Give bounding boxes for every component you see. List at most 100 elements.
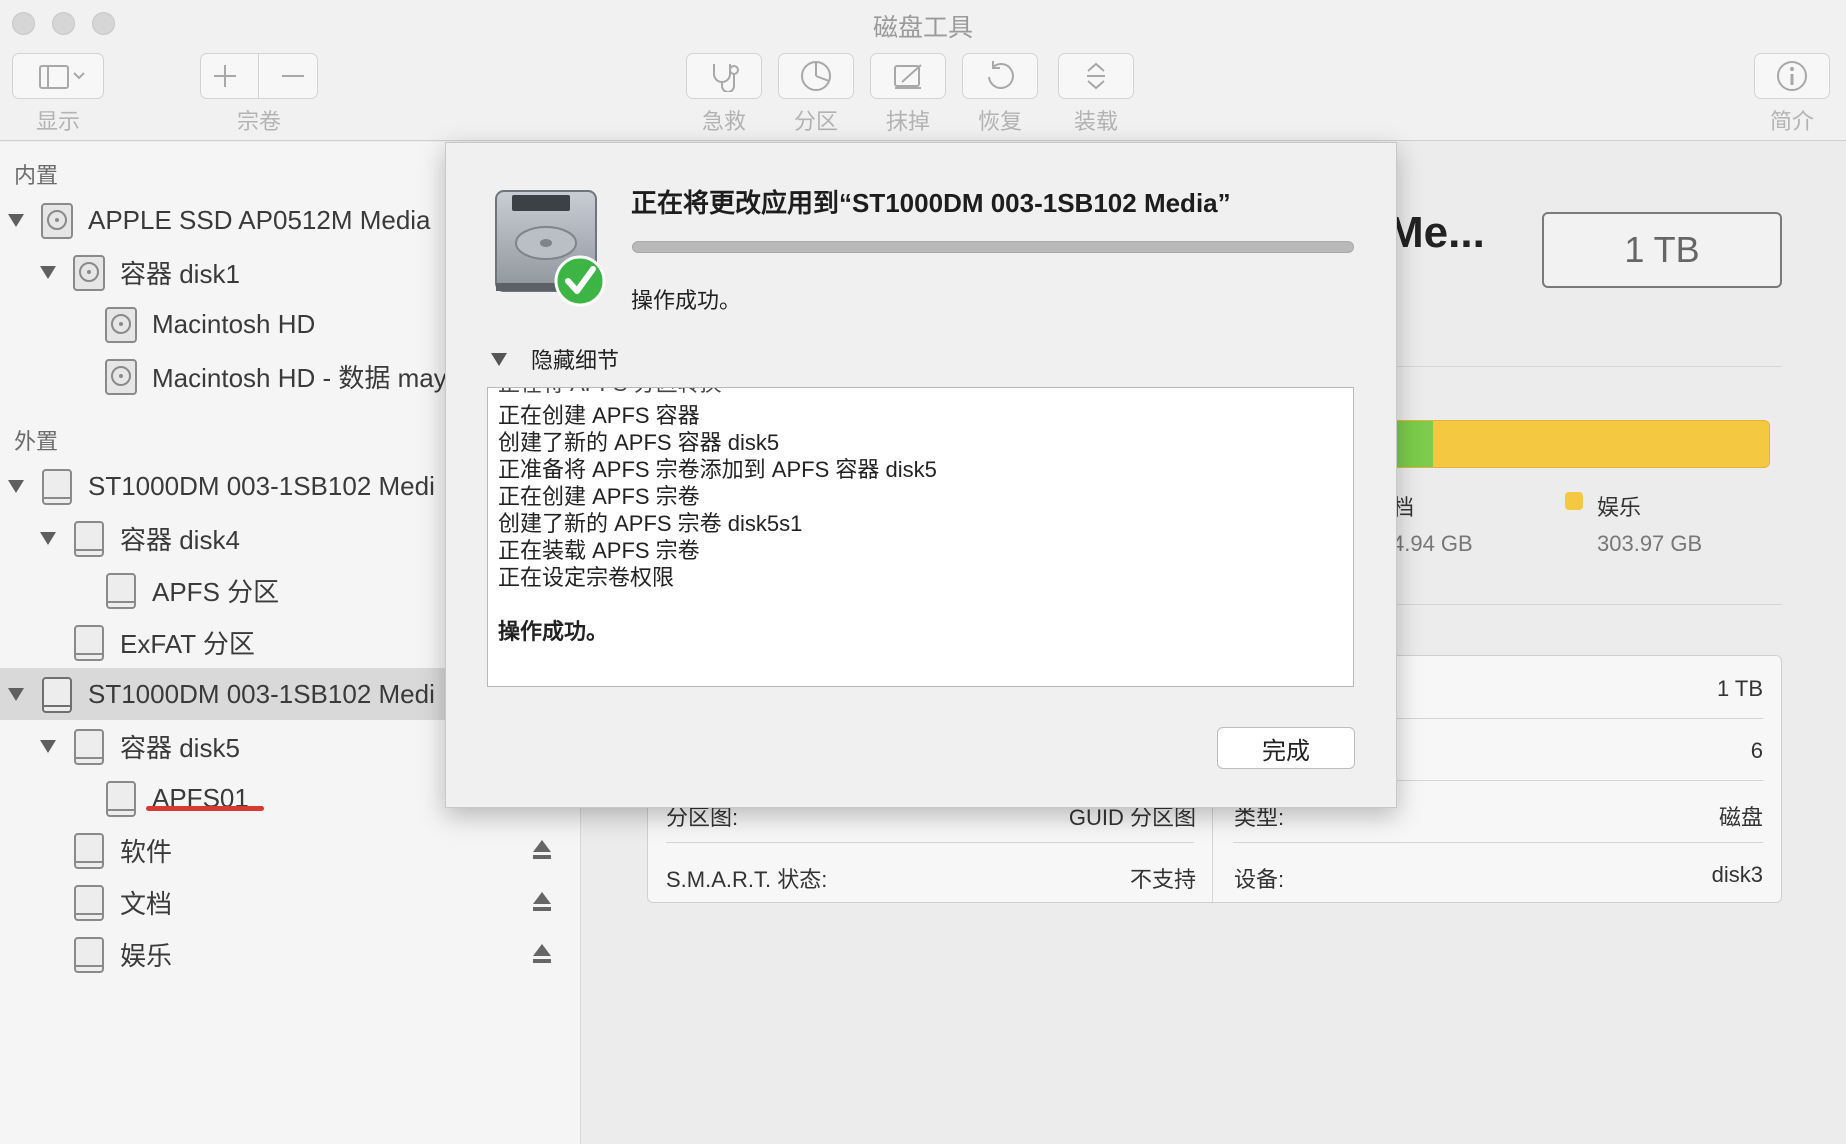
minus-icon xyxy=(281,75,304,77)
partition-label: 分区 xyxy=(793,109,838,134)
smart-status-label: S.M.A.R.T. 状态: xyxy=(666,867,828,892)
view-button[interactable] xyxy=(12,53,104,99)
sidebar-item-label: 容器 disk5 xyxy=(120,732,240,763)
disclosure-triangle xyxy=(491,352,507,366)
sidebar-item-label: 娱乐 xyxy=(120,940,173,971)
progress-sheet: 正在将更改应用到“ST1000DM 003-1SB102 Media” 操作成功… xyxy=(445,142,1397,808)
external-disk-icon xyxy=(42,469,72,505)
type-value: 磁盘 xyxy=(1718,805,1763,830)
internal-disk-icon xyxy=(105,359,137,395)
eject-icon[interactable] xyxy=(531,942,553,966)
row-divider xyxy=(1233,842,1763,843)
internal-disk-icon xyxy=(73,255,105,291)
sidebar-item-label: ST1000DM 003-1SB102 Medi xyxy=(88,470,435,501)
external-disk-icon xyxy=(74,885,104,921)
external-disk-icon xyxy=(106,781,136,817)
device-label: 设备: xyxy=(1234,867,1285,892)
legend-value-entertainment: 303.97 GB xyxy=(1597,531,1703,556)
restore-button[interactable] xyxy=(962,53,1038,99)
external-disk-icon xyxy=(74,521,104,557)
mount-button[interactable] xyxy=(1058,53,1134,99)
annotation-underline xyxy=(146,806,264,811)
external-disk-icon xyxy=(74,833,104,869)
sidebar-item-label: ST1000DM 003-1SB102 Medi xyxy=(88,678,435,709)
external-disk-icon xyxy=(42,677,72,713)
sidebar-item-label: Macintosh HD xyxy=(152,308,316,339)
sidebar-section-external: 外置 xyxy=(14,429,59,454)
erase-button[interactable] xyxy=(870,53,946,99)
sidebar-item-entertainment[interactable]: 娱乐 xyxy=(0,928,580,980)
external-disk-icon xyxy=(74,937,104,973)
sidebar-item-label: 容器 disk4 xyxy=(120,524,240,555)
done-button[interactable]: 完成 xyxy=(1217,727,1355,769)
sheet-title: 正在将更改应用到“ST1000DM 003-1SB102 Media” xyxy=(631,188,1231,218)
restore-label: 恢复 xyxy=(977,109,1022,134)
usage-bar xyxy=(1390,420,1770,468)
mount-icon xyxy=(1087,62,1105,90)
log-line-partial: 正在将 APFS 分区转换 xyxy=(498,388,722,398)
add-volume-button[interactable] xyxy=(210,61,240,91)
first-aid-label: 急救 xyxy=(701,109,746,134)
external-disk-icon xyxy=(74,729,104,765)
device-name: Me... xyxy=(1387,208,1485,257)
legend-label-entertainment: 娱乐 xyxy=(1597,495,1642,520)
sidebar-section-internal: 内置 xyxy=(14,163,59,188)
external-disk-icon xyxy=(74,625,104,661)
sidebar-item-label: APPLE SSD AP0512M Media xyxy=(88,204,431,235)
remove-volume-button[interactable] xyxy=(278,61,308,91)
eraser-icon xyxy=(894,64,922,89)
divider xyxy=(1397,604,1782,605)
partition-button[interactable] xyxy=(778,53,854,99)
disclosure-triangle[interactable] xyxy=(40,740,56,753)
view-label: 显示 xyxy=(35,109,80,134)
child-count-value: 6 xyxy=(1750,738,1763,763)
disclosure-triangle[interactable] xyxy=(8,214,24,227)
progress-bar xyxy=(632,241,1354,253)
sidebar-item-label: APFS 分区 xyxy=(152,576,280,607)
hide-details-toggle[interactable]: 隐藏细节 xyxy=(491,343,619,375)
sidebar-item-label: 软件 xyxy=(120,836,173,867)
erase-label: 抹掉 xyxy=(885,109,930,134)
eject-icon[interactable] xyxy=(531,890,553,914)
capacity-badge: 1 TB xyxy=(1542,212,1782,288)
stethoscope-icon xyxy=(713,64,739,92)
disclosure-triangle[interactable] xyxy=(8,688,24,701)
disclosure-triangle[interactable] xyxy=(40,532,56,545)
disclosure-triangle[interactable] xyxy=(8,480,24,493)
plus-icon xyxy=(214,65,237,87)
eject-icon[interactable] xyxy=(531,838,553,862)
device-value: disk3 xyxy=(1711,862,1763,887)
sidebar-item-label: 容器 disk1 xyxy=(120,258,240,289)
restore-arrow-icon xyxy=(988,61,1014,89)
log-line-success: 操作成功。 xyxy=(498,619,609,644)
pie-chart-icon xyxy=(801,61,831,91)
smart-status-value: 不支持 xyxy=(1129,867,1196,892)
sidebar-item-label: Macintosh HD - 数据 may xyxy=(152,362,447,393)
info-label: 简介 xyxy=(1769,109,1814,134)
volume-segmented-control xyxy=(200,53,318,99)
divider xyxy=(1397,366,1782,367)
info-button[interactable] xyxy=(1754,53,1830,99)
sidebar-item-software[interactable]: 软件 xyxy=(0,824,580,876)
hard-drive-success-icon xyxy=(495,190,606,307)
sidebar-icon xyxy=(39,65,85,89)
capacity-value: 1 TB xyxy=(1716,676,1763,701)
hide-details-label: 隐藏细节 xyxy=(531,348,620,373)
legend-value-documents: 4.94 GB xyxy=(1392,531,1473,556)
usage-segment-documents xyxy=(1391,421,1433,467)
sheet-status-text: 操作成功。 xyxy=(631,288,742,313)
sidebar-item-label: ExFAT 分区 xyxy=(120,628,255,659)
volume-label: 宗卷 xyxy=(236,109,281,134)
external-disk-icon xyxy=(106,573,136,609)
internal-disk-icon xyxy=(105,307,137,343)
title-bar: 磁盘工具 显示 宗卷 急救 分区 抹掉 恢复 装载 简介 xyxy=(0,0,1846,141)
sidebar-item-label: 文档 xyxy=(120,888,173,919)
info-icon xyxy=(1777,61,1807,91)
mount-label: 装载 xyxy=(1073,109,1118,134)
disclosure-triangle[interactable] xyxy=(40,266,56,279)
segment-divider xyxy=(258,54,260,98)
first-aid-button[interactable] xyxy=(686,53,762,99)
sidebar-item-documents[interactable]: 文档 xyxy=(0,876,580,928)
details-log[interactable]: 正在将 APFS 分区转换 正在创建 APFS 容器 创建了新的 APFS 容器… xyxy=(487,387,1354,687)
window-title: 磁盘工具 xyxy=(872,14,973,42)
